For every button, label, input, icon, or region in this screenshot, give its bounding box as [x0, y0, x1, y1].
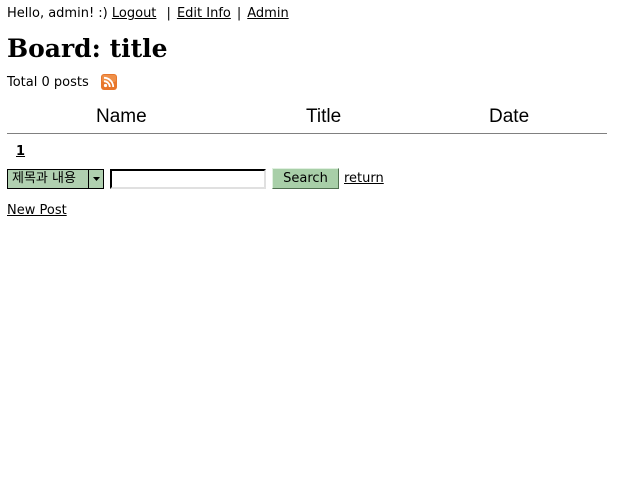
column-header-name[interactable]: Name	[96, 106, 147, 128]
admin-link[interactable]: Admin	[247, 6, 288, 21]
post-table-header: Name Title Date	[7, 104, 607, 134]
search-scope-select[interactable]: 제목과 내용	[7, 168, 104, 189]
search-scope-value: 제목과 내용	[12, 170, 76, 186]
return-link[interactable]: return	[344, 171, 384, 186]
separator: |	[166, 6, 171, 21]
post-count: Total 0 posts	[7, 74, 89, 90]
pagination: 1	[16, 144, 25, 159]
logout-link[interactable]: Logout	[112, 6, 157, 21]
new-post-link[interactable]: New Post	[7, 203, 67, 218]
rss-feed-icon[interactable]	[100, 74, 117, 90]
edit-info-link[interactable]: Edit Info	[177, 6, 231, 21]
page-title: Board: title	[7, 34, 168, 63]
column-header-date[interactable]: Date	[489, 106, 529, 128]
rss-icon-graphic	[100, 74, 117, 90]
chevron-down-graphic	[92, 176, 100, 181]
search-button[interactable]: Search	[272, 168, 339, 189]
separator: |	[236, 6, 242, 21]
column-header-title[interactable]: Title	[306, 106, 341, 128]
search-form: 제목과 내용 Search return	[7, 168, 384, 189]
post-count-row: Total 0 posts	[7, 73, 117, 91]
user-bar: Hello, admin! :) Logout | Edit Info | Admin	[7, 5, 289, 23]
chevron-down-icon[interactable]	[88, 169, 103, 188]
greeting-text: Hello, admin! :)	[7, 6, 108, 21]
search-input[interactable]	[110, 168, 266, 189]
page-link-1[interactable]: 1	[16, 144, 25, 159]
